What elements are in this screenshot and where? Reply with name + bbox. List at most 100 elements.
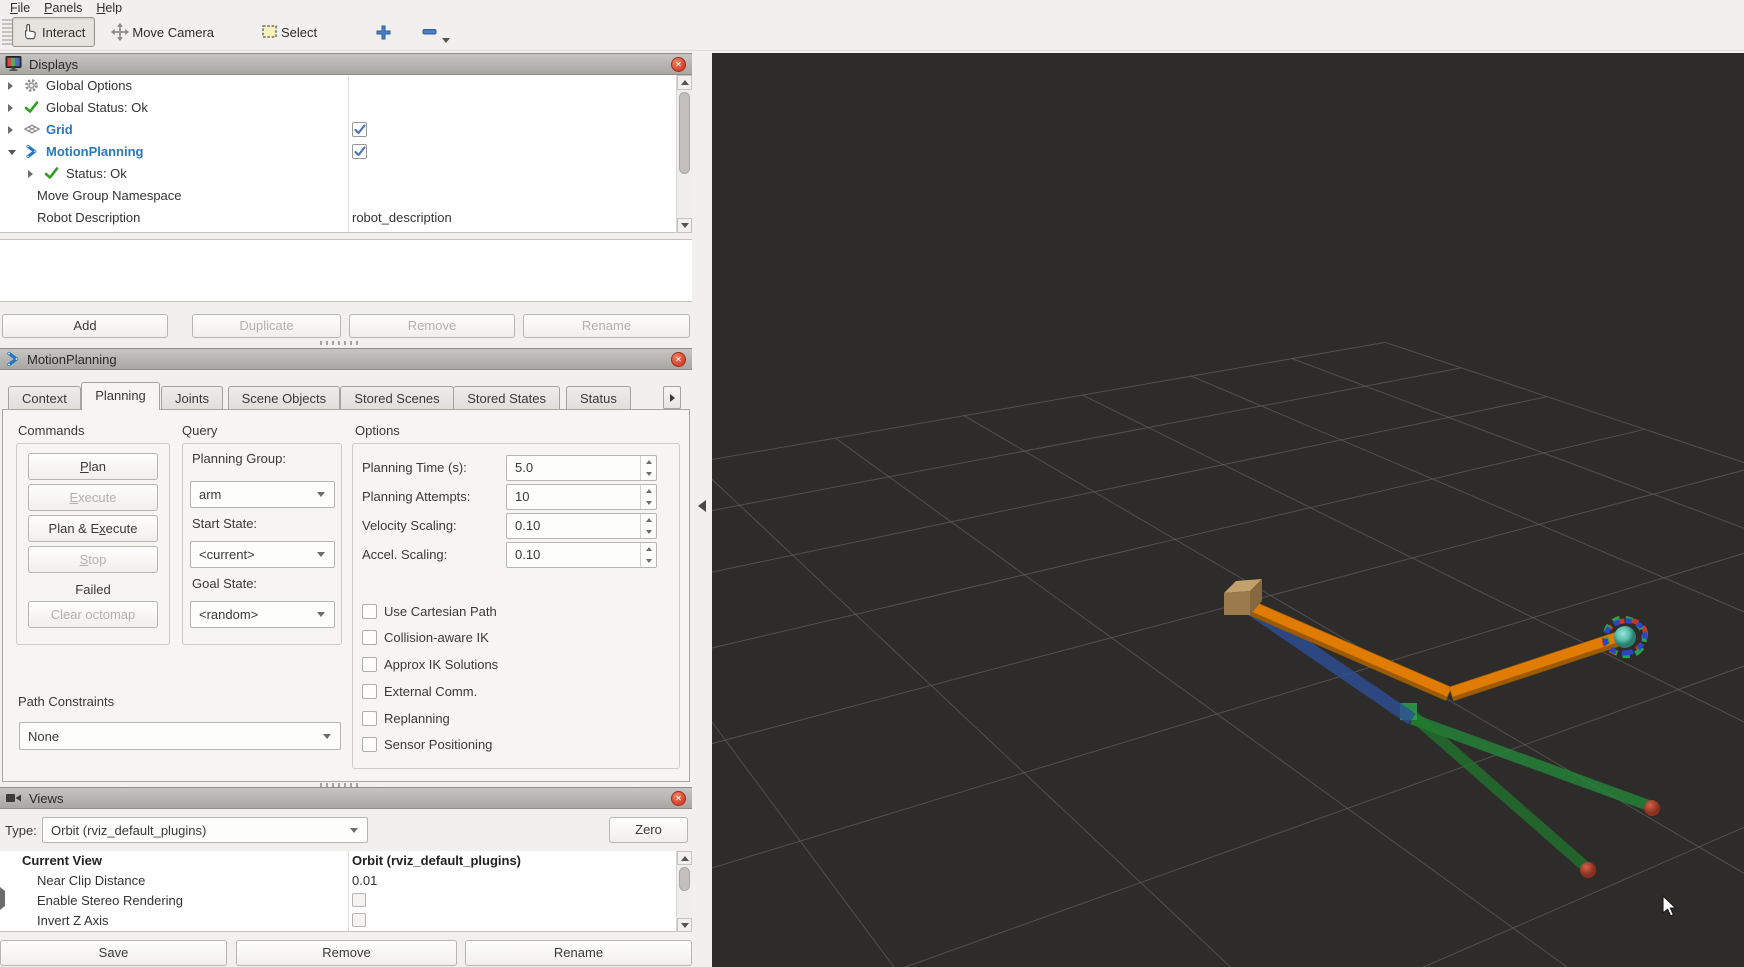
accel-scaling-spinbox[interactable]: 0.10 xyxy=(506,542,657,568)
use-cartesian-path-checkbox[interactable]: Use Cartesian Path xyxy=(362,602,497,620)
3d-viewport[interactable] xyxy=(712,53,1744,967)
scrollbar-thumb[interactable] xyxy=(679,867,690,891)
views-row-current-view[interactable]: Current ViewOrbit (rviz_default_plugins) xyxy=(0,851,676,871)
tab-scroll-right-button[interactable] xyxy=(663,386,681,409)
spinner-down-button[interactable] xyxy=(641,526,656,538)
spinner-up-button[interactable] xyxy=(641,485,656,497)
views-scrollbar[interactable] xyxy=(676,851,692,932)
tree-row-status-ok[interactable]: Status: Ok xyxy=(0,163,676,185)
panel-splitter-collapse-icon[interactable] xyxy=(698,500,706,512)
add-display-button[interactable]: Add xyxy=(2,314,168,338)
views-close-button[interactable]: ✕ xyxy=(671,791,686,806)
remove-view-button[interactable]: Remove xyxy=(236,940,457,966)
external-comm-checkbox[interactable]: External Comm. xyxy=(362,682,477,700)
tree-row-global-status-ok[interactable]: Global Status: Ok xyxy=(0,97,676,119)
tree-label: Move Group Namespace xyxy=(37,188,182,203)
tree-row-grid[interactable]: Grid xyxy=(0,119,676,141)
add-tool-button[interactable] xyxy=(375,24,392,41)
spinner-up-button[interactable] xyxy=(641,456,656,468)
tool-move-camera[interactable]: Move Camera xyxy=(101,17,224,47)
views-row-enable-stereo-rendering[interactable]: Enable Stereo Rendering xyxy=(0,891,676,911)
tab-scene-objects[interactable]: Scene Objects xyxy=(228,386,341,410)
chevron-down-icon[interactable] xyxy=(0,851,8,866)
rename-view-button[interactable]: Rename xyxy=(465,940,692,966)
motion-planning-close-button[interactable]: ✕ xyxy=(671,352,686,367)
motion-planning-panel-header[interactable]: MotionPlanning ✕ xyxy=(0,348,692,370)
view-type-dropdown[interactable]: Orbit (rviz_default_plugins) xyxy=(42,817,368,843)
checkbox-label: Collision-aware IK xyxy=(384,630,489,645)
menu-panels[interactable]: Panels xyxy=(44,1,82,14)
checkbox[interactable] xyxy=(362,711,377,726)
tab-stored-states[interactable]: Stored States xyxy=(453,386,560,410)
checkbox[interactable] xyxy=(362,657,377,672)
checkbox[interactable] xyxy=(362,737,377,752)
end-effector-sphere[interactable] xyxy=(1614,626,1636,648)
planning-attempts-spinbox[interactable]: 10 xyxy=(506,484,657,510)
chevron-down-icon[interactable] xyxy=(8,150,16,155)
tab-planning[interactable]: Planning xyxy=(81,382,160,410)
chevron-right-icon[interactable] xyxy=(0,887,5,910)
robot-arm[interactable] xyxy=(1224,579,1660,878)
start-state-dropdown[interactable]: <current> xyxy=(190,541,335,568)
replanning-checkbox[interactable]: Replanning xyxy=(362,709,450,727)
checkbox[interactable] xyxy=(362,684,377,699)
spinner-down-button[interactable] xyxy=(641,497,656,509)
tree-label: MotionPlanning xyxy=(46,144,143,159)
scroll-down-button[interactable] xyxy=(677,218,692,233)
motion-planning-icon xyxy=(5,351,21,367)
spinner-down-button[interactable] xyxy=(641,468,656,480)
enabled-checkbox[interactable] xyxy=(352,122,367,137)
panel-splitter-handle[interactable] xyxy=(320,341,360,345)
spinner-up-button[interactable] xyxy=(641,514,656,526)
tab-joints[interactable]: Joints xyxy=(161,386,223,410)
zero-button[interactable]: Zero xyxy=(609,817,688,843)
sensor-positioning-checkbox[interactable]: Sensor Positioning xyxy=(362,735,492,753)
remove-tool-button[interactable] xyxy=(422,28,438,36)
tab-stored-scenes[interactable]: Stored Scenes xyxy=(340,386,453,410)
tree-row-move-group-namespace[interactable]: Move Group Namespace xyxy=(0,185,676,207)
chevron-right-icon[interactable] xyxy=(8,126,13,134)
collision-aware-ik-checkbox[interactable]: Collision-aware IK xyxy=(362,628,489,646)
path-constraints-dropdown[interactable]: None xyxy=(19,722,341,750)
chevron-right-icon[interactable] xyxy=(8,82,13,90)
views-row-near-clip-distance[interactable]: Near Clip Distance0.01 xyxy=(0,871,676,891)
menu-file[interactable]: File xyxy=(10,1,30,14)
velocity-scaling-spinbox[interactable]: 0.10 xyxy=(506,513,657,539)
tool-interact[interactable]: Interact xyxy=(12,17,95,47)
views-panel-header[interactable]: Views ✕ xyxy=(0,787,692,809)
tab-context[interactable]: Context xyxy=(8,386,81,410)
menu-help[interactable]: Help xyxy=(96,1,122,14)
tool-select[interactable]: Select xyxy=(252,17,327,47)
chevron-right-icon[interactable] xyxy=(8,104,13,112)
displays-panel-header[interactable]: Displays ✕ xyxy=(0,53,692,75)
scrollbar-thumb[interactable] xyxy=(679,92,690,174)
scroll-up-button[interactable] xyxy=(677,851,692,865)
scroll-down-button[interactable] xyxy=(677,918,692,932)
tree-row-planning-scene-topic[interactable]: Planning Scene Topicmonitored_planning_s… xyxy=(0,229,676,233)
approx-ik-solutions-checkbox[interactable]: Approx IK Solutions xyxy=(362,655,498,673)
tree-row-motionplanning[interactable]: MotionPlanning xyxy=(0,141,676,163)
checkbox[interactable] xyxy=(352,893,366,907)
plan-button[interactable]: Plan xyxy=(28,453,158,480)
tree-row-global-options[interactable]: Global Options xyxy=(0,75,676,97)
plan-execute-button[interactable]: Plan & Execute xyxy=(28,515,158,542)
scroll-up-button[interactable] xyxy=(677,75,692,90)
planning-time-s-spinbox[interactable]: 5.0 xyxy=(506,455,657,481)
tree-row-robot-description[interactable]: Robot Descriptionrobot_description xyxy=(0,207,676,229)
save-view-button[interactable]: Save xyxy=(0,940,227,966)
spinner-down-button[interactable] xyxy=(641,555,656,567)
checkbox[interactable] xyxy=(362,630,377,645)
tab-status[interactable]: Status xyxy=(566,386,631,410)
checkbox[interactable] xyxy=(352,913,366,927)
planning-group-dropdown[interactable]: arm xyxy=(190,481,335,508)
tool-options-caret-icon[interactable] xyxy=(442,38,450,43)
spinner-up-button[interactable] xyxy=(641,543,656,555)
views-row-invert-z-axis[interactable]: Invert Z Axis xyxy=(0,911,676,931)
toolbar-drag-handle[interactable] xyxy=(2,19,12,45)
enabled-checkbox[interactable] xyxy=(352,144,367,159)
chevron-right-icon[interactable] xyxy=(28,170,33,178)
displays-close-button[interactable]: ✕ xyxy=(671,57,686,72)
goal-state-dropdown[interactable]: <random> xyxy=(190,601,335,628)
checkbox[interactable] xyxy=(362,604,377,619)
displays-scrollbar[interactable] xyxy=(676,75,692,233)
